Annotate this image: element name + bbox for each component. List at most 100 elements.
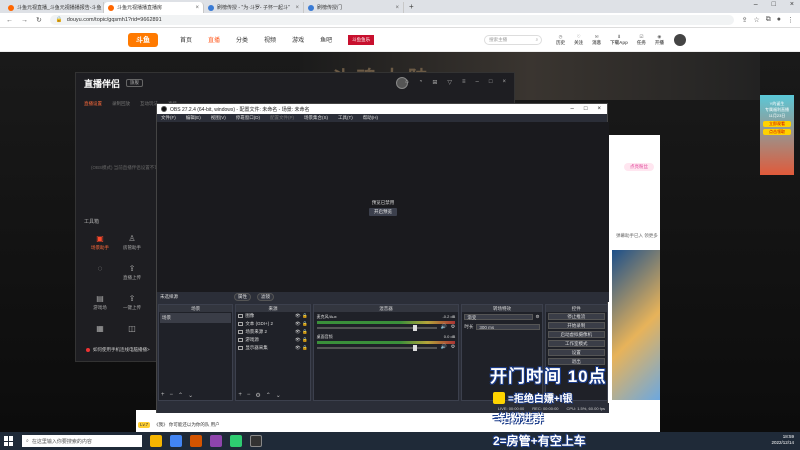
- close-tab-icon[interactable]: ×: [195, 5, 199, 11]
- nav-game[interactable]: 游戏: [292, 35, 304, 44]
- remove-icon[interactable]: −: [170, 392, 174, 399]
- promo-badge[interactable]: 斗鱼鱼乐: [348, 34, 375, 45]
- skin-icon[interactable]: ⊞: [432, 79, 437, 86]
- menu-tools[interactable]: 工具(T): [338, 115, 353, 121]
- tool-game-hall[interactable]: ▤ 游戏场: [84, 293, 116, 311]
- close-icon[interactable]: ×: [597, 106, 601, 112]
- browser-tab-1[interactable]: 斗鱼元视直播_斗鱼元视播播报告-斗鱼×: [4, 2, 104, 13]
- source-item[interactable]: 图像 👁 🔒: [236, 312, 309, 320]
- taskbar-search-input[interactable]: ⌕ 在这里输入你要搜索的内容: [22, 435, 142, 447]
- obs-taskbar-icon[interactable]: [250, 435, 262, 447]
- shirt-icon[interactable]: ▽: [447, 79, 452, 86]
- message-button[interactable]: ✉ 消息: [592, 34, 601, 46]
- visibility-icon[interactable]: 👁 🔒: [295, 321, 308, 327]
- start-recording-button[interactable]: 开始录制: [547, 322, 606, 329]
- slider-handle[interactable]: [412, 325, 417, 331]
- gear-icon[interactable]: ⚙: [451, 344, 455, 350]
- close-icon[interactable]: ×: [790, 1, 794, 8]
- share-icon[interactable]: ⇪: [742, 16, 748, 24]
- source-item[interactable]: 游戏源 👁 🔒: [236, 336, 309, 344]
- nav-yuba[interactable]: 鱼吧: [320, 35, 332, 44]
- fan-tag[interactable]: 点亮粉丝: [624, 163, 654, 171]
- move-down-icon[interactable]: ⌄: [188, 392, 193, 399]
- tool-film[interactable]: ▦: [84, 323, 116, 335]
- gear-icon[interactable]: ⚙: [451, 324, 455, 330]
- source-item[interactable]: 显示器采集 👁 🔒: [236, 344, 309, 352]
- close-tab-icon[interactable]: ×: [395, 5, 399, 11]
- forward-icon[interactable]: →: [21, 17, 28, 24]
- menu-edit[interactable]: 编辑(E): [186, 115, 201, 121]
- visibility-icon[interactable]: 👁 🔒: [295, 329, 308, 335]
- gear-icon[interactable]: ⚙: [536, 314, 540, 320]
- remove-icon[interactable]: −: [247, 392, 251, 399]
- tab-recording[interactable]: 录制回放: [112, 101, 130, 107]
- scene-item[interactable]: 场景: [160, 313, 232, 323]
- gift-icon[interactable]: ⌂: [405, 79, 409, 86]
- companion-footer-link[interactable]: 如何使用手机连线电脑播播>: [86, 347, 150, 353]
- maximize-icon[interactable]: □: [772, 1, 776, 8]
- tool-quick-upload[interactable]: ⇪ 一键上传: [116, 293, 148, 311]
- transition-select[interactable]: 渐变: [464, 314, 533, 320]
- start-virtual-camera-button[interactable]: 启动虚拟摄像机: [547, 331, 606, 338]
- menu-scene-collection[interactable]: 场景集合(S): [304, 115, 328, 121]
- site-search-input[interactable]: 搜索主播 ⌕: [484, 34, 543, 45]
- filters-button[interactable]: 滤镜: [257, 293, 274, 301]
- minimize-icon[interactable]: –: [754, 1, 758, 8]
- nav-video[interactable]: 视频: [264, 35, 276, 44]
- slider-handle[interactable]: [412, 345, 417, 351]
- source-item[interactable]: 文本 (GDI+) 2 👁 🔒: [236, 320, 309, 328]
- visibility-icon[interactable]: 👁 🔒: [295, 337, 308, 343]
- browser-tab-3[interactable]: 刷榜传授 - "为·斗罗- 子怀一起斗" ×: [204, 2, 304, 13]
- visibility-icon[interactable]: 👁 🔒: [295, 345, 308, 351]
- follow-button[interactable]: ♡ 关注: [574, 34, 583, 46]
- properties-button[interactable]: 属性: [234, 293, 251, 301]
- menu-view[interactable]: 视图(V): [211, 115, 226, 121]
- url-field[interactable]: 🔒 douyu.com/topic/gqsmh1?rid=9662891: [49, 15, 734, 25]
- history-button[interactable]: ◷ 历史: [556, 34, 565, 46]
- tool-scene-assistant[interactable]: ▣ 场景助手: [84, 233, 116, 251]
- maximize-icon[interactable]: □: [489, 79, 493, 86]
- gear-icon[interactable]: ⚙: [255, 392, 260, 399]
- ad-claim-button[interactable]: 点击领取: [763, 129, 791, 135]
- minimize-icon[interactable]: –: [476, 79, 479, 86]
- maximize-icon[interactable]: □: [584, 106, 588, 112]
- app-icon[interactable]: [230, 435, 242, 447]
- download-app-button[interactable]: ⬇ 下载App: [610, 34, 628, 46]
- menu-help[interactable]: 帮助(H): [363, 115, 378, 121]
- volume-slider[interactable]: [316, 345, 437, 351]
- profile-icon[interactable]: ●: [777, 16, 781, 24]
- add-icon[interactable]: +: [161, 392, 165, 399]
- nav-category[interactable]: 分类: [236, 35, 248, 44]
- chrome-icon[interactable]: [170, 435, 182, 447]
- file-explorer-icon[interactable]: [150, 435, 162, 447]
- speaker-icon[interactable]: 🔊: [441, 344, 447, 350]
- task-button[interactable]: ☑ 任务: [637, 34, 646, 46]
- visibility-icon[interactable]: 👁 🔒: [295, 313, 308, 319]
- app-icon[interactable]: [210, 435, 222, 447]
- enable-preview-button[interactable]: 开启预览: [369, 208, 397, 216]
- back-icon[interactable]: ←: [6, 17, 13, 24]
- extension-icon[interactable]: ⧉: [766, 16, 771, 24]
- menu-docks[interactable]: 停靠窗口(D): [236, 115, 260, 121]
- new-tab-button[interactable]: +: [404, 2, 419, 11]
- close-tab-icon[interactable]: ×: [295, 5, 299, 11]
- tab-live-settings[interactable]: 直播设置: [84, 101, 102, 107]
- move-down-icon[interactable]: ⌄: [276, 392, 281, 399]
- speaker-icon[interactable]: 🔊: [441, 324, 447, 330]
- volume-slider[interactable]: [316, 325, 437, 331]
- system-tray-clock[interactable]: 18:59 2022/12/14: [771, 434, 794, 446]
- bell-icon[interactable]: ◔: [419, 79, 423, 86]
- move-up-icon[interactable]: ⌃: [266, 392, 271, 399]
- menu-icon[interactable]: ≡: [462, 79, 466, 86]
- user-avatar[interactable]: [673, 33, 686, 46]
- close-icon[interactable]: ×: [502, 79, 506, 86]
- tool-hot[interactable]: ◌: [84, 263, 116, 281]
- stop-streaming-button[interactable]: 停止推流: [547, 313, 606, 320]
- nav-home[interactable]: 首页: [180, 35, 192, 44]
- star-icon[interactable]: ☆: [753, 16, 759, 24]
- tool-live-upload[interactable]: ⇪ 直播上传: [116, 263, 148, 281]
- source-item[interactable]: 场景来源 2 👁 🔒: [236, 328, 309, 336]
- tool-room-manager[interactable]: ♙ 房管助手: [116, 233, 148, 251]
- obs-preview-area[interactable]: 预览已禁用 开启预览: [157, 122, 609, 292]
- add-icon[interactable]: +: [238, 392, 242, 399]
